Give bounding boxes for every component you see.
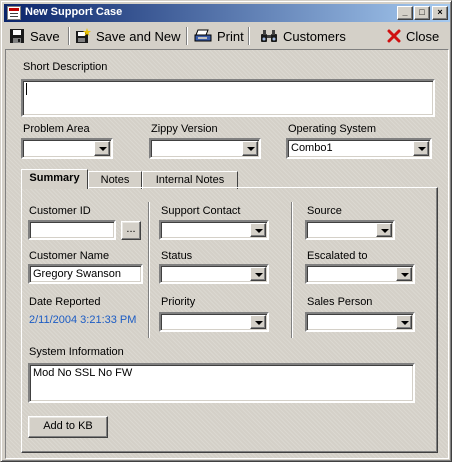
customer-id-input[interactable] bbox=[28, 220, 116, 240]
priority-label: Priority bbox=[161, 296, 196, 308]
support-case-window: New Support Case _ □ × Save Save and New bbox=[0, 0, 452, 462]
zippy-version-dropdown[interactable] bbox=[149, 138, 261, 159]
short-description-label: Short Description bbox=[23, 61, 108, 73]
chevron-down-icon[interactable] bbox=[250, 267, 266, 281]
toolbar: Save Save and New Print Customers Close bbox=[4, 24, 450, 48]
close-button[interactable]: Close bbox=[387, 26, 439, 46]
tab-summary[interactable]: Summary bbox=[21, 169, 88, 189]
window-title: New Support Case bbox=[25, 6, 123, 18]
close-window-button[interactable]: × bbox=[432, 6, 448, 20]
support-contact-label: Support Contact bbox=[161, 205, 241, 217]
toolbar-separator bbox=[248, 27, 250, 45]
priority-dropdown[interactable] bbox=[159, 312, 269, 332]
save-new-icon bbox=[76, 28, 91, 43]
chevron-down-icon[interactable] bbox=[250, 223, 266, 237]
text-caret bbox=[26, 83, 27, 96]
support-contact-dropdown[interactable] bbox=[159, 220, 269, 240]
system-information-label: System Information bbox=[29, 346, 124, 358]
form-app-icon bbox=[7, 6, 21, 20]
add-to-kb-button[interactable]: Add to KB bbox=[28, 416, 108, 438]
chevron-down-icon[interactable] bbox=[396, 315, 412, 329]
chevron-down-icon[interactable] bbox=[94, 141, 110, 156]
save-label: Save bbox=[30, 28, 60, 44]
source-label: Source bbox=[307, 205, 342, 217]
operating-system-label: Operating System bbox=[288, 123, 377, 135]
minimize-button[interactable]: _ bbox=[397, 6, 413, 20]
form-body: Short Description Problem Area Zippy Ver… bbox=[5, 49, 449, 459]
customer-name-label: Customer Name bbox=[29, 250, 110, 262]
toolbar-separator bbox=[186, 27, 188, 45]
chevron-down-icon[interactable] bbox=[376, 223, 392, 237]
red-x-icon bbox=[387, 29, 401, 43]
customers-label: Customers bbox=[283, 28, 346, 44]
sales-person-label: Sales Person bbox=[307, 296, 373, 308]
chevron-down-icon[interactable] bbox=[242, 141, 258, 156]
operating-system-dropdown[interactable]: Combo1 bbox=[286, 138, 432, 159]
print-label: Print bbox=[217, 28, 244, 44]
title-bar[interactable]: New Support Case _ □ × bbox=[4, 4, 450, 22]
escalated-to-label: Escalated to bbox=[307, 250, 368, 262]
customer-lookup-button[interactable]: ... bbox=[121, 221, 141, 240]
escalated-to-dropdown[interactable] bbox=[305, 264, 415, 284]
short-description-input[interactable] bbox=[21, 79, 435, 117]
problem-area-dropdown[interactable] bbox=[21, 138, 113, 159]
save-and-new-label: Save and New bbox=[96, 28, 181, 44]
printer-icon bbox=[194, 29, 212, 42]
problem-area-label: Problem Area bbox=[23, 123, 90, 135]
date-reported-value: 2/11/2004 3:21:33 PM bbox=[29, 314, 137, 326]
status-label: Status bbox=[161, 250, 193, 262]
customer-name-input[interactable]: Gregory Swanson bbox=[28, 264, 143, 284]
column-divider bbox=[148, 202, 150, 338]
floppy-disk-icon bbox=[10, 29, 24, 43]
toolbar-separator bbox=[68, 27, 70, 45]
binoculars-icon bbox=[261, 30, 277, 42]
close-label: Close bbox=[406, 28, 440, 44]
save-button[interactable]: Save bbox=[9, 26, 60, 46]
chevron-down-icon[interactable] bbox=[396, 267, 412, 281]
column-divider bbox=[291, 202, 293, 338]
system-information-input[interactable]: Mod No SSL No FW bbox=[28, 363, 415, 403]
print-button[interactable]: Print bbox=[194, 26, 244, 46]
chevron-down-icon[interactable] bbox=[413, 141, 429, 156]
operating-system-value: Combo1 bbox=[291, 142, 333, 154]
customer-id-label: Customer ID bbox=[29, 205, 91, 217]
status-dropdown[interactable] bbox=[159, 264, 269, 284]
save-and-new-button[interactable]: Save and New bbox=[75, 26, 181, 46]
source-dropdown[interactable] bbox=[305, 220, 395, 240]
sales-person-dropdown[interactable] bbox=[305, 312, 415, 332]
customers-button[interactable]: Customers bbox=[260, 26, 346, 46]
date-reported-label: Date Reported bbox=[29, 296, 101, 308]
chevron-down-icon[interactable] bbox=[250, 315, 266, 329]
zippy-version-label: Zippy Version bbox=[151, 123, 218, 135]
maximize-button[interactable]: □ bbox=[414, 6, 430, 20]
